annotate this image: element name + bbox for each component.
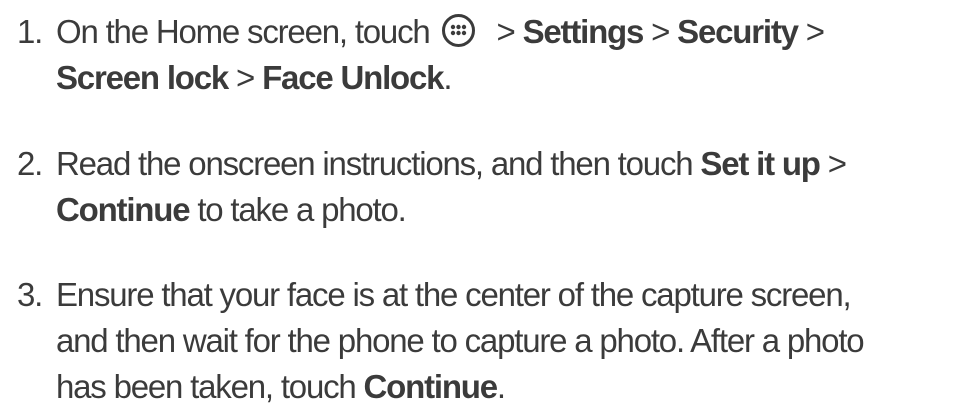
separator: > <box>797 13 825 50</box>
step-line: has been taken, touch Continue. <box>0 364 961 410</box>
step-line: Read the onscreen instructions, and then… <box>0 141 961 187</box>
step-line: Screen lock > Face Unlock. <box>0 55 961 101</box>
period: . <box>443 59 452 96</box>
menu-path-face-unlock: Face Unlock <box>262 59 444 96</box>
step-line: and then wait for the phone to capture a… <box>56 322 865 359</box>
step-text: Read the onscreen instructions, and then… <box>56 145 701 182</box>
step-line: Ensure that your face is at the center o… <box>56 276 852 313</box>
action-continue: Continue <box>56 191 191 228</box>
apps-grid-glyph <box>450 24 466 36</box>
step-number: 3. <box>17 276 43 313</box>
step-text: On the Home screen, touch <box>56 13 431 50</box>
step-line: Continue to take a photo. <box>0 187 961 233</box>
step-number: 1. <box>17 13 43 50</box>
step-1: 1. On the Home screen, touch > Settings … <box>0 9 961 101</box>
step-text: has been taken, touch <box>56 368 364 405</box>
menu-path-screen-lock: Screen lock <box>56 59 229 96</box>
action-continue: Continue <box>363 368 499 405</box>
action-set-it-up: Set it up <box>700 145 821 182</box>
step-number: 2. <box>17 145 43 182</box>
separator: > <box>643 13 678 50</box>
step-3: 3. Ensure that your face is at the cente… <box>0 272 961 410</box>
menu-path-settings: Settings <box>522 13 645 50</box>
apps-icon <box>441 14 475 47</box>
separator: > <box>488 13 523 50</box>
period: . <box>496 368 506 405</box>
step-text: to take a photo. <box>189 191 407 228</box>
separator: > <box>228 59 263 96</box>
step-line: On the Home screen, touch > Settings > S… <box>0 9 961 55</box>
step-2: 2. Read the onscreen instructions, and t… <box>0 141 961 233</box>
separator: > <box>819 145 847 182</box>
menu-path-security: Security <box>677 13 799 50</box>
